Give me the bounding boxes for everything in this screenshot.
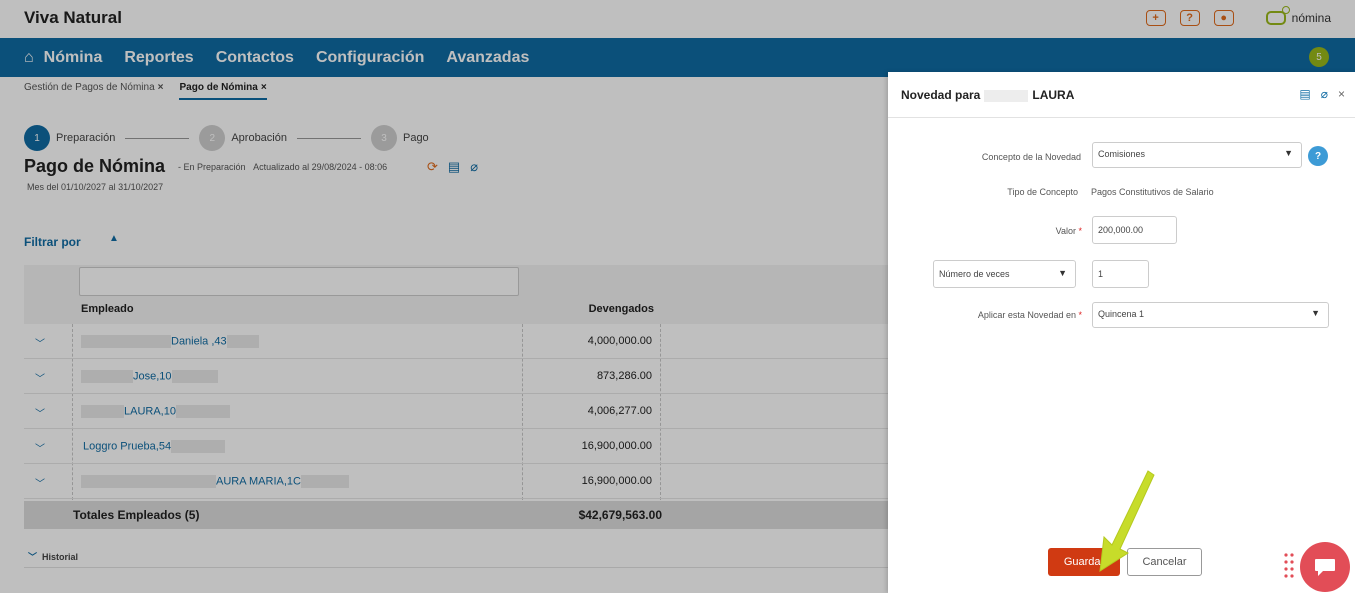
panel-header: Novedad para LAURA ▤ ⌀ × [888, 72, 1355, 118]
aplicar-select[interactable]: Quincena 1 ▼ [1092, 302, 1329, 328]
pointer-arrow-icon [1099, 470, 1155, 572]
attachment-icon[interactable]: ⌀ [1321, 87, 1328, 101]
aplicar-label-text: Aplicar esta Novedad en [977, 310, 1076, 320]
valor-label: Valor * [908, 226, 1082, 236]
panel-title-prefix: Novedad para [901, 88, 981, 102]
concepto-label: Concepto de la Novedad [981, 152, 1081, 162]
caret-down-icon: ▼ [1311, 308, 1320, 318]
concepto-value: Comisiones [1098, 149, 1146, 159]
panel-title: Novedad para LAURA [901, 88, 1074, 102]
valor-label-text: Valor [1055, 226, 1076, 236]
concepto-select[interactable]: Comisiones ▼ [1092, 142, 1302, 168]
valor-input[interactable]: 200,000.00 [1092, 216, 1177, 244]
chat-button[interactable] [1300, 542, 1350, 592]
required-mark: * [1078, 310, 1082, 320]
tipo-concepto-label: Tipo de Concepto [1007, 187, 1078, 197]
numero-veces-input[interactable]: 1 [1092, 260, 1149, 288]
tipo-concepto-value: Pagos Constitutivos de Salario [1091, 187, 1214, 197]
drag-handle-icon[interactable] [1284, 553, 1294, 579]
help-icon[interactable]: ? [1308, 146, 1328, 166]
caret-down-icon: ▼ [1284, 148, 1293, 158]
caret-down-icon: ▼ [1058, 268, 1067, 278]
panel-actions: ▤ ⌀ × [1299, 87, 1345, 101]
panel-title-name: LAURA [1032, 88, 1075, 102]
comment-icon[interactable]: ▤ [1299, 87, 1310, 101]
numero-veces-value: Número de veces [939, 269, 1010, 279]
aplicar-label: Aplicar esta Novedad en * [908, 310, 1082, 320]
chat-icon [1315, 559, 1335, 576]
close-icon[interactable]: × [1338, 87, 1345, 101]
aplicar-value: Quincena 1 [1098, 309, 1145, 319]
redacted-name [984, 89, 1029, 102]
numero-veces-select[interactable]: Número de veces ▼ [933, 260, 1076, 288]
required-mark: * [1078, 226, 1082, 236]
